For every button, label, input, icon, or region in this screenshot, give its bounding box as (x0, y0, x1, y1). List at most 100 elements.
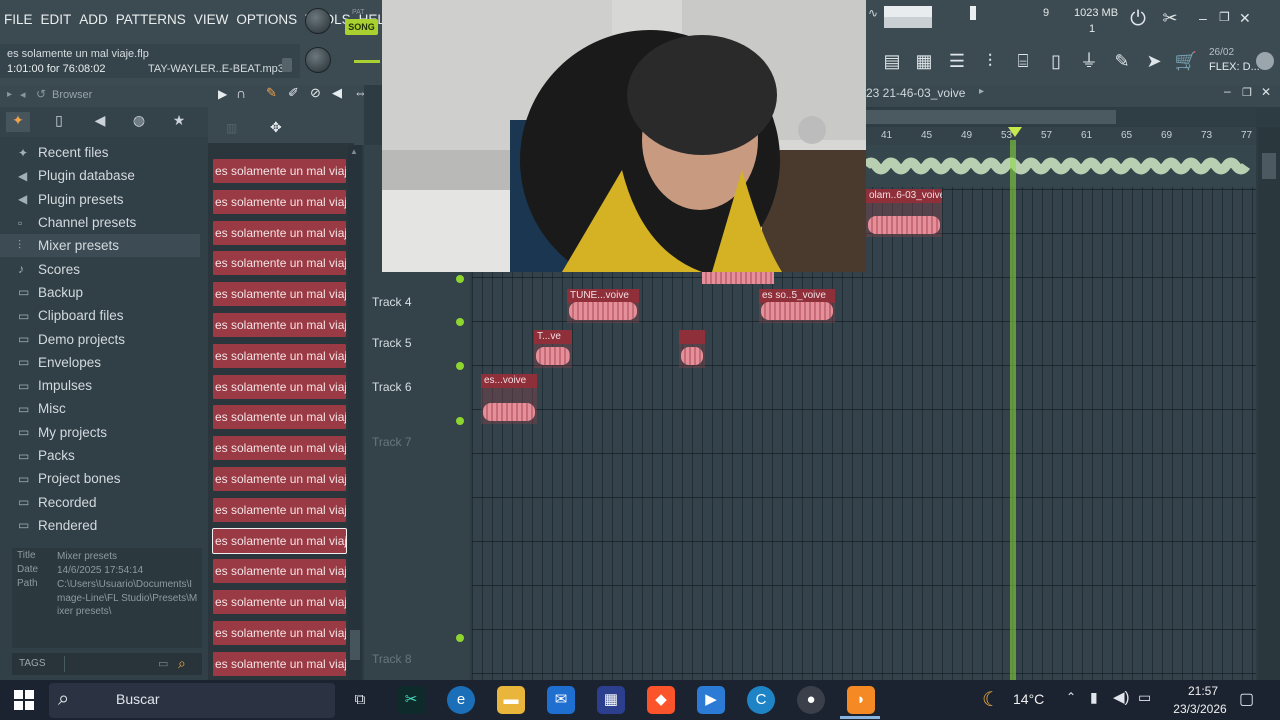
audio-clip[interactable]: TUNE...voive (567, 289, 639, 323)
cart-icon[interactable]: 🛒 (1173, 48, 1199, 74)
history-icon[interactable]: ↺ (36, 87, 46, 101)
browser-item[interactable]: ♪ Scores (0, 257, 200, 280)
capcut-icon[interactable]: ✂ (397, 686, 425, 714)
tags-input[interactable] (64, 656, 164, 672)
picker-clip[interactable]: es solamente un mal viaj... (213, 651, 346, 676)
fl-studio-icon[interactable]: ◗ (847, 686, 875, 714)
search-icon[interactable]: ⌕ (178, 655, 186, 672)
playlist-icon[interactable]: ▤ (879, 48, 905, 74)
picker-clip[interactable]: es solamente un mal viaj... (213, 559, 346, 584)
picker-clip[interactable]: es solamente un mal viaj... (213, 436, 346, 461)
browser-item[interactable]: ▭ Backup (0, 281, 200, 304)
brave-icon[interactable]: ◆ (647, 686, 675, 714)
picker-clip[interactable]: es solamente un mal viaj... (213, 282, 346, 307)
browser-item[interactable]: ⫶ Mixer presets (0, 234, 200, 258)
picker-clip[interactable]: es solamente un mal viaj... (213, 220, 346, 245)
vscroll-thumb[interactable] (1262, 153, 1276, 179)
hint-icon[interactable]: ➤ (1141, 48, 1167, 74)
picker-clip[interactable]: es solamente un mal viaj... (213, 313, 346, 337)
flex-label[interactable]: FLEX: D... (1209, 61, 1260, 73)
browser-item[interactable]: ▭ Recorded (0, 490, 200, 513)
hscroll-thumb[interactable] (866, 110, 1116, 124)
picker-scrollbar[interactable]: ▲ (348, 145, 362, 680)
obs-icon[interactable]: ● (797, 686, 825, 714)
piano-roll-icon[interactable]: ▦ (911, 48, 937, 74)
media-player-icon[interactable]: ▶ (697, 686, 725, 714)
playhead-line[interactable] (1010, 140, 1016, 680)
track-enable-led[interactable] (456, 634, 464, 642)
pl-close-icon[interactable]: ✕ (1261, 85, 1271, 99)
track-name[interactable]: Track 5 (372, 336, 412, 350)
track-enable-led[interactable] (456, 362, 464, 370)
menu-file[interactable]: FILE (0, 6, 37, 34)
menu-patterns[interactable]: PATTERNS (112, 6, 190, 34)
file-explorer-icon[interactable]: ▬ (497, 686, 525, 714)
speaker-icon[interactable]: ◀ (88, 112, 112, 132)
pen-icon[interactable]: ✎ (1109, 48, 1135, 74)
audio-clip[interactable]: es...voive (481, 374, 537, 424)
weather-temp[interactable]: 14°C (1013, 691, 1044, 707)
browser-item[interactable]: ▭ Clipboard files (0, 304, 200, 327)
audio-clip[interactable]: olam..6-03_voive (866, 189, 942, 237)
mixer-icon[interactable]: ⫶ (977, 48, 1003, 74)
all-files-icon[interactable]: ✦ (6, 112, 30, 132)
magnet-icon[interactable]: ∩ (236, 85, 246, 101)
move-icon[interactable]: ✥ (270, 119, 282, 136)
globe-icon[interactable]: ◍ (127, 112, 151, 132)
browser-item[interactable]: ▭ Impulses (0, 374, 200, 397)
battery-icon[interactable]: ▮ (1090, 689, 1098, 706)
channel-rack-icon[interactable]: ☰ (944, 48, 970, 74)
master-pitch-knob[interactable] (305, 47, 331, 73)
menu-add[interactable]: ADD (75, 6, 112, 34)
delete-tool-icon[interactable]: ⊘ (310, 85, 321, 101)
network-icon[interactable]: ▭ (1138, 689, 1151, 706)
menu-view[interactable]: VIEW (190, 6, 233, 34)
settings-icon[interactable] (1256, 52, 1274, 70)
minimize-icon[interactable]: – (1199, 10, 1213, 26)
back-icon[interactable]: ◂ (20, 88, 26, 101)
browser-item[interactable]: ▭ Rendered (0, 514, 200, 537)
picker-clip[interactable]: es solamente un mal viaj... (213, 374, 346, 399)
volume-icon[interactable]: ◀) (1113, 688, 1130, 706)
track-enable-led[interactable] (456, 318, 464, 326)
pl-minimize-icon[interactable]: – (1224, 84, 1231, 98)
taskbar-search[interactable] (49, 683, 335, 718)
track-enable-led[interactable] (456, 417, 464, 425)
chevron-up-icon[interactable]: ⌃ (1066, 690, 1076, 704)
outlook-icon[interactable]: ✉ (547, 686, 575, 714)
picker-clip[interactable]: es solamente un mal viaj... (213, 497, 346, 522)
windows-start-icon[interactable] (14, 690, 34, 710)
cortana-icon[interactable]: C (747, 686, 775, 714)
lock-icon[interactable] (282, 58, 292, 72)
audio-clip[interactable] (679, 330, 705, 368)
track-name[interactable]: Track 6 (372, 380, 412, 394)
power-icon[interactable]: ⏻ (1126, 8, 1150, 32)
edge-icon[interactable]: e (447, 686, 475, 714)
menu-edit[interactable]: EDIT (37, 6, 76, 34)
picker-clip[interactable]: es solamente un mal viaj... (213, 590, 346, 615)
track-name[interactable]: Track 4 (372, 295, 412, 309)
notifications-icon[interactable]: ▢ (1239, 689, 1254, 709)
browser-item[interactable]: ▭ Demo projects (0, 327, 200, 350)
mute-tool-icon[interactable]: ◀ (332, 85, 342, 101)
browser-item[interactable]: ▭ Misc (0, 397, 200, 420)
browser-item[interactable]: ▭ Packs (0, 444, 200, 467)
scroll-thumb[interactable] (350, 630, 360, 660)
cut-icon[interactable]: ✂ (1158, 8, 1182, 32)
folder-icon[interactable]: ▭ (158, 657, 168, 670)
horizontal-scrollbar[interactable] (866, 108, 1256, 126)
picker-clip[interactable]: es solamente un mal viaj... (213, 343, 346, 368)
audio-clip-partial[interactable] (702, 272, 774, 284)
collapse-icon[interactable]: ▸ (7, 89, 12, 100)
browser-item[interactable]: ▭ Project bones (0, 467, 200, 490)
playlist-vscrollbar[interactable] (1258, 127, 1280, 680)
picker-clip[interactable]: es solamente un mal viaj... (212, 527, 347, 554)
browser-item[interactable]: ▫ Channel presets (0, 211, 200, 234)
pattern-icon[interactable]: ▥ (226, 121, 237, 135)
audio-clip[interactable]: T...ve (534, 330, 572, 368)
track-name[interactable]: Track 8 (372, 652, 412, 666)
menu-options[interactable]: OPTIONS (232, 6, 301, 34)
plugin-icon[interactable]: ⏚ (1076, 48, 1102, 74)
browser-item[interactable]: ✦ Recent files (0, 141, 200, 164)
scroll-up-icon[interactable]: ▲ (350, 147, 360, 157)
